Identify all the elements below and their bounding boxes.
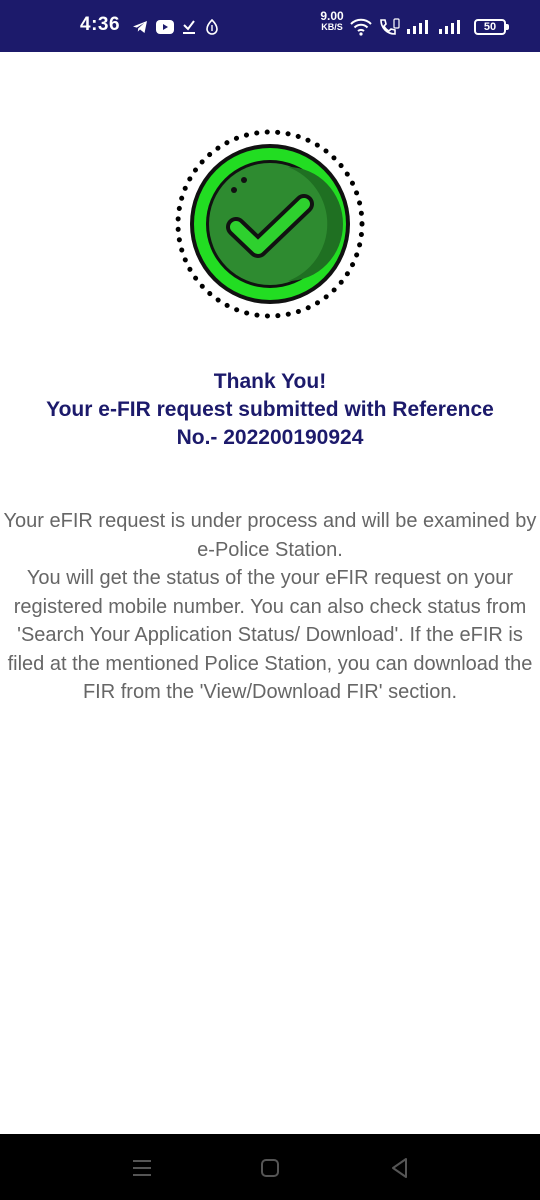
volte-call-icon [380,18,400,35]
thank-you-text: Thank You! [213,370,327,393]
signal-icon [439,20,460,34]
telegram-icon [133,21,147,33]
youtube-icon [156,20,174,34]
signal-icon [407,20,428,34]
reference-line: Your e-FIR request submitted with Refere… [46,398,494,421]
reference-number: No.- 202200190924 [176,426,364,449]
network-speed: 9.00 KB/S [318,9,346,33]
system-icons: 50 [350,16,509,38]
message-paragraph-1: Your eFIR request is under process and w… [3,510,537,561]
navigation-bar [0,1134,540,1200]
efir-success-screen: 4:36 9.00 KB/S 50 Thank You! Your e-FIR … [0,0,540,1200]
menu-icon[interactable] [130,1156,154,1180]
network-speed-value: 9.00 [320,9,344,23]
submission-headline: Thank You! Your e-FIR request submitted … [0,368,540,452]
message-paragraph-2: You will get the status of the your eFIR… [7,567,533,703]
notification-icons [132,17,220,37]
download-done-icon [183,20,195,34]
app-notification-icon [206,19,218,35]
checkmark-badge-icon [175,129,365,319]
status-time: 4:36 [80,14,121,35]
battery-indicator: 50 [474,19,509,35]
status-bar: 4:36 9.00 KB/S 50 [0,0,540,52]
network-speed-unit: KB/S [321,22,343,32]
home-icon[interactable] [258,1156,282,1180]
status-message: Your eFIR request is under process and w… [0,507,540,707]
back-icon[interactable] [388,1156,412,1180]
wifi-icon [350,18,372,36]
